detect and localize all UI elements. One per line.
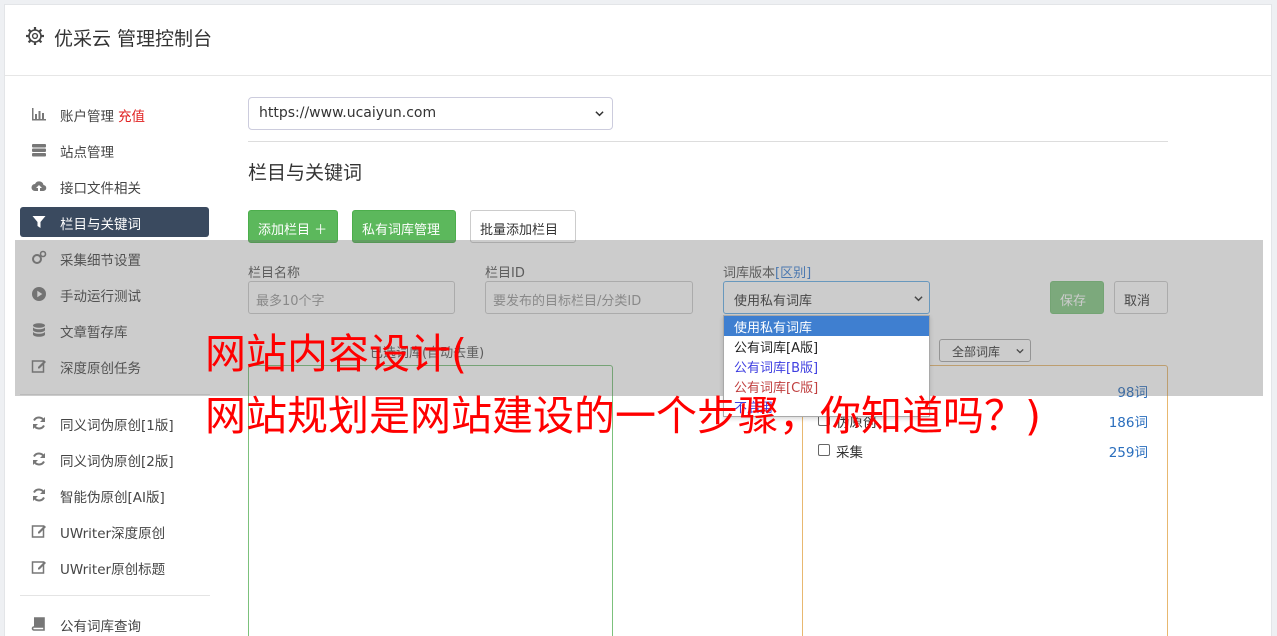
page-title: 栏目与关键词 — [248, 162, 363, 184]
sidebar-item-label: 账户管理 — [60, 109, 114, 125]
sidebar-item-account[interactable]: 账户管理 充值 — [20, 99, 209, 129]
sidebar-item-public-lib-query[interactable]: 公有词库查询 — [20, 609, 209, 636]
list-item[interactable]: 采集 259词 — [818, 440, 1150, 462]
refresh-icon — [33, 416, 45, 430]
sidebar-item-interface-files[interactable]: 接口文件相关 — [20, 171, 209, 201]
sidebar-item-synonym-v2[interactable]: 同义词伪原创[2版] — [20, 444, 209, 474]
edit-icon — [31, 561, 46, 574]
overlay-band — [15, 240, 1263, 396]
site-select[interactable]: https://www.ucaiyun.com — [248, 97, 613, 130]
sidebar-item-label: 同义词伪原创[2版] — [60, 454, 174, 470]
recharge-link[interactable]: 充值 — [118, 109, 145, 125]
server-icon — [32, 144, 46, 157]
lib-count: 186词 — [1108, 415, 1148, 431]
private-lib-button[interactable]: 私有词库管理 — [352, 210, 456, 243]
refresh-icon — [33, 452, 45, 466]
sidebar-item-ai-rewrite[interactable]: 智能伪原创[AI版] — [20, 480, 209, 510]
sidebar-item-label: 智能伪原创[AI版] — [60, 490, 165, 506]
sidebar-item-label: UWriter原创标题 — [60, 562, 166, 578]
headline-line-1: 网站内容设计( — [205, 330, 467, 378]
sidebar-item-uwriter-deep[interactable]: UWriter深度原创 — [20, 516, 209, 546]
lib-count: 259词 — [1108, 445, 1148, 461]
app-title: 优采云 管理控制台 — [54, 28, 213, 50]
sidebar-item-synonym-v1[interactable]: 同义词伪原创[1版] — [20, 408, 209, 438]
sidebar-divider — [20, 595, 210, 596]
edit-icon — [31, 525, 46, 538]
gear-icon — [26, 27, 44, 45]
sidebar-item-label: UWriter深度原创 — [60, 526, 166, 542]
filter-icon — [32, 216, 46, 228]
sidebar-item-label: 栏目与关键词 — [60, 217, 141, 233]
sidebar-item-uwriter-title[interactable]: UWriter原创标题 — [20, 552, 209, 582]
cloud-upload-icon — [31, 181, 47, 192]
refresh-icon — [33, 488, 45, 502]
chevron-down-icon — [595, 111, 604, 117]
lib-name: 采集 — [836, 445, 863, 461]
dropdown-option[interactable]: 公有词库[A版] — [724, 336, 929, 356]
bar-chart-icon — [32, 108, 46, 121]
site-select-value: https://www.ucaiyun.com — [259, 105, 437, 121]
sidebar-item-columns-keywords[interactable]: 栏目与关键词 — [20, 207, 209, 237]
sidebar-item-sites[interactable]: 站点管理 — [20, 135, 209, 165]
headline-line-2: 网站规划是网站建设的一个步骤，你知道吗？) — [205, 392, 1041, 440]
add-column-button[interactable]: 添加栏目 ＋ — [248, 210, 338, 243]
batch-add-button[interactable]: 批量添加栏目 — [470, 210, 576, 243]
book-icon — [31, 617, 45, 631]
sidebar-item-label: 同义词伪原创[1版] — [60, 418, 174, 434]
divider — [248, 141, 1168, 142]
sidebar-item-label: 站点管理 — [60, 145, 114, 161]
dropdown-option[interactable]: 使用私有词库 — [724, 316, 929, 336]
sidebar-item-label: 接口文件相关 — [60, 181, 141, 197]
checkbox[interactable] — [818, 444, 830, 456]
sidebar-item-label: 公有词库查询 — [60, 619, 141, 635]
top-bar: 优采云 管理控制台 — [5, 5, 1271, 76]
dropdown-option[interactable]: 公有词库[B版] — [724, 356, 929, 376]
